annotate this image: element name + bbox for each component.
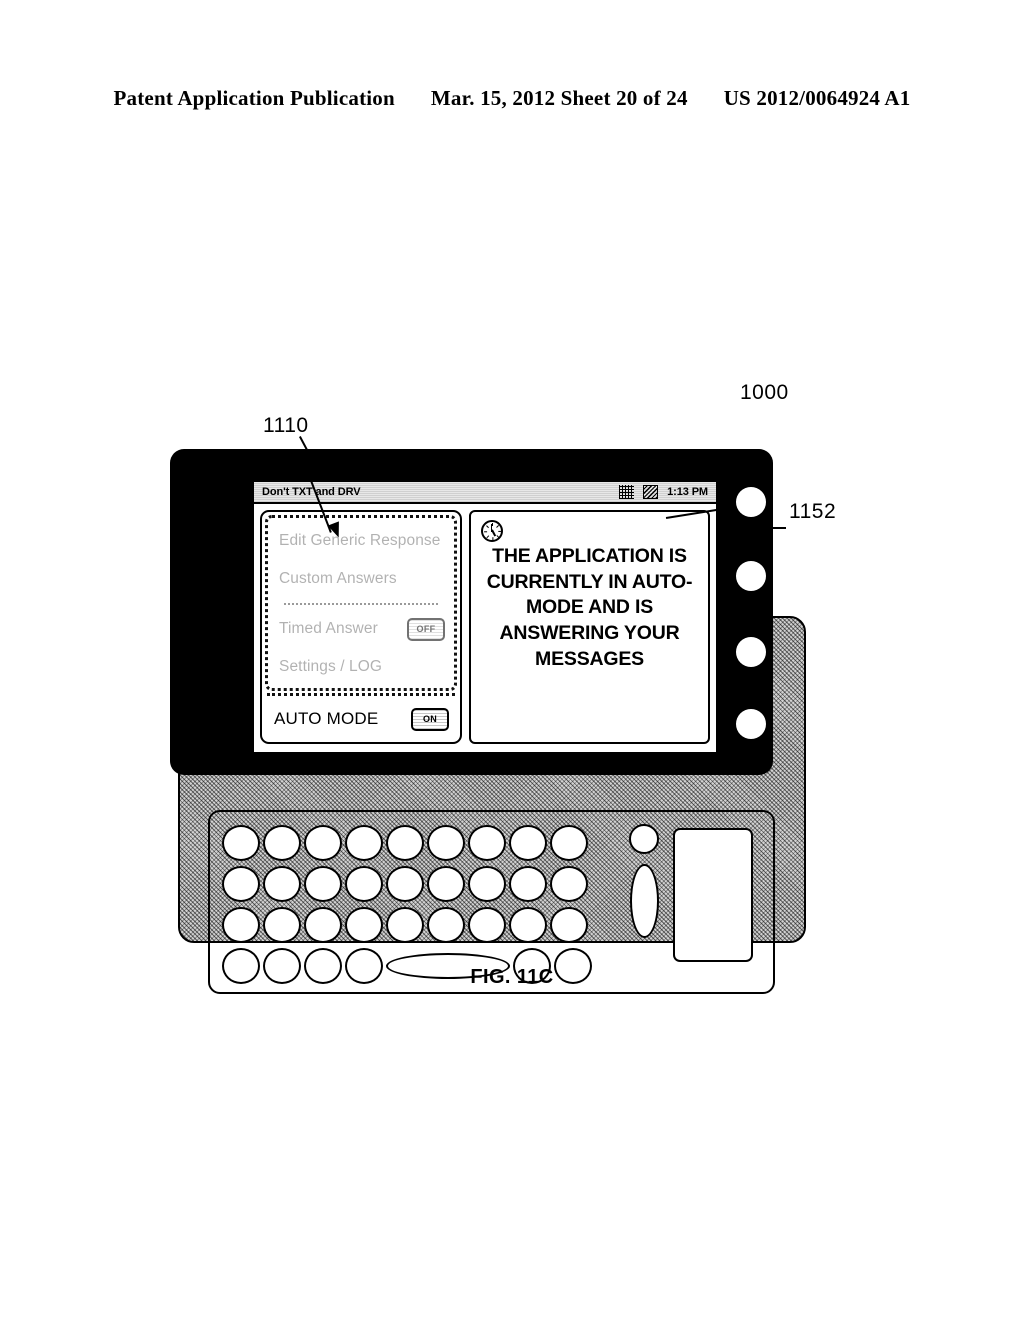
key[interactable]	[509, 906, 547, 943]
status-bar: Don't TXT and DRV 1:13 PM	[254, 482, 716, 504]
menu-separator	[284, 602, 438, 605]
key-row-3	[222, 904, 607, 945]
clock-tick	[491, 536, 493, 540]
key[interactable]	[509, 865, 547, 902]
menu-item-edit-generic-response[interactable]: Edit Generic Response	[268, 527, 454, 554]
key[interactable]	[345, 865, 383, 902]
menu-item-label: Custom Answers	[279, 569, 397, 587]
timed-answer-toggle[interactable]: OFF	[407, 617, 445, 641]
clock-tick	[495, 534, 499, 538]
toggle-label: ON	[422, 714, 438, 724]
message-text: THE APPLICATION IS CURRENTLY IN AUTO-MOD…	[486, 545, 693, 670]
key[interactable]	[468, 865, 506, 902]
key[interactable]	[468, 906, 506, 943]
menu-panel: Edit Generic Response Custom Answers Tim…	[260, 510, 462, 744]
bezel-button-3[interactable]	[736, 637, 766, 667]
device-screen-housing: Don't TXT and DRV 1:13 PM Edit Generic R…	[170, 449, 773, 775]
publication-date-sheet: Mar. 15, 2012 Sheet 20 of 24	[430, 86, 688, 110]
key-row-2	[222, 863, 607, 904]
key[interactable]	[222, 865, 260, 902]
figure-caption: FIG. 11C	[470, 966, 554, 988]
clock-tick	[497, 530, 501, 532]
reference-numeral-menu-panel: 1110	[263, 414, 309, 437]
key[interactable]	[386, 906, 424, 943]
clock-tick	[485, 524, 489, 528]
clock-tick	[491, 522, 493, 526]
menu-item-label: Edit Generic Response	[279, 531, 441, 549]
reference-numeral-device: 1000	[740, 381, 789, 404]
status-bar-time: 1:13 PM	[667, 486, 708, 498]
auto-mode-toggle[interactable]: ON	[411, 707, 449, 731]
key[interactable]	[222, 824, 260, 861]
screen-panels: Edit Generic Response Custom Answers Tim…	[254, 504, 716, 752]
signal-icon	[643, 485, 659, 499]
key[interactable]	[345, 824, 383, 861]
key-grid	[222, 822, 607, 986]
toggle-label: OFF	[416, 624, 436, 635]
clock-icon	[481, 520, 503, 542]
nav-oval-key[interactable]	[630, 864, 659, 938]
menu-item-label: Timed Answer	[279, 620, 378, 638]
key-row-1	[222, 822, 607, 863]
network-icon	[619, 485, 635, 499]
key[interactable]	[427, 906, 465, 943]
publication-type: Patent Application Publication	[113, 86, 395, 110]
key[interactable]	[550, 824, 588, 861]
key[interactable]	[304, 824, 342, 861]
key[interactable]	[304, 865, 342, 902]
menu-item-timed-answer[interactable]: Timed Answer OFF	[268, 616, 454, 643]
key[interactable]	[345, 906, 383, 943]
key[interactable]	[427, 865, 465, 902]
key[interactable]	[550, 865, 588, 902]
bezel-button-1[interactable]	[736, 487, 766, 517]
bezel-button-4[interactable]	[736, 709, 766, 739]
menu-item-label: Settings / LOG	[279, 658, 383, 676]
key[interactable]	[263, 824, 301, 861]
menu-item-custom-answers[interactable]: Custom Answers	[268, 565, 454, 592]
display-screen: Don't TXT and DRV 1:13 PM Edit Generic R…	[252, 480, 718, 754]
key[interactable]	[468, 824, 506, 861]
key[interactable]	[263, 865, 301, 902]
clock-tick	[483, 530, 487, 532]
key[interactable]	[222, 906, 260, 943]
bezel-button-2[interactable]	[736, 561, 766, 591]
trackpad[interactable]	[673, 828, 753, 962]
mobile-device-illustration: Don't TXT and DRV 1:13 PM Edit Generic R…	[170, 449, 810, 994]
clock-tick	[495, 524, 499, 528]
page-header: Patent Application Publication Mar. 15, …	[0, 86, 1024, 114]
message-panel: THE APPLICATION IS CURRENTLY IN AUTO-MOD…	[469, 510, 710, 744]
key[interactable]	[550, 906, 588, 943]
menu-item-auto-mode[interactable]: AUTO MODE ON	[262, 696, 460, 742]
auto-mode-label: AUTO MODE	[274, 709, 379, 728]
key[interactable]	[386, 824, 424, 861]
publication-number: US 2012/0064924 A1	[723, 86, 911, 110]
key[interactable]	[509, 824, 547, 861]
key[interactable]	[386, 865, 424, 902]
nav-round-key[interactable]	[629, 824, 659, 854]
key[interactable]	[263, 906, 301, 943]
key[interactable]	[427, 824, 465, 861]
menu-item-settings-log[interactable]: Settings / LOG	[268, 654, 454, 681]
disabled-menu-group: Edit Generic Response Custom Answers Tim…	[265, 515, 457, 691]
key[interactable]	[304, 906, 342, 943]
clock-tick	[485, 534, 489, 538]
